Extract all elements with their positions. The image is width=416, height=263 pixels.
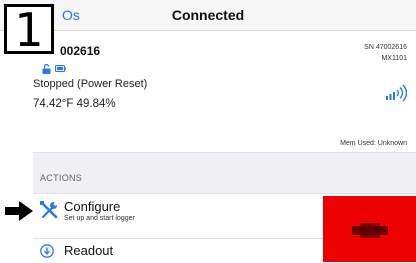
wrench-screwdriver-icon: [40, 201, 58, 219]
readout-label[interactable]: Readout: [64, 243, 113, 258]
page-title: Connected: [171, 7, 245, 23]
logger-status: Stopped (Power Reset): [33, 78, 148, 90]
configure-subtitle: Set up and start logger: [64, 215, 135, 222]
battery-icon: [55, 65, 66, 72]
arrow-right-icon: [5, 201, 33, 221]
serial-number: SN 47002616: [364, 44, 407, 51]
redaction-mark-center: [360, 223, 380, 238]
device-name: 002616: [60, 44, 101, 58]
navigation-bar: Os Connected: [0, 0, 416, 31]
lock-open-icon: [42, 64, 51, 74]
step-number-badge: 1: [4, 4, 54, 54]
memory-used: Mem Used: Unknown: [340, 140, 407, 147]
current-readings: 74.42°F 49.84%: [33, 98, 116, 110]
signal-icon: [386, 84, 407, 102]
configure-label[interactable]: Configure: [64, 199, 120, 214]
actions-header: ACTIONS: [40, 173, 83, 183]
model-number: MX1101: [381, 55, 407, 62]
download-circle-icon: [40, 244, 54, 258]
